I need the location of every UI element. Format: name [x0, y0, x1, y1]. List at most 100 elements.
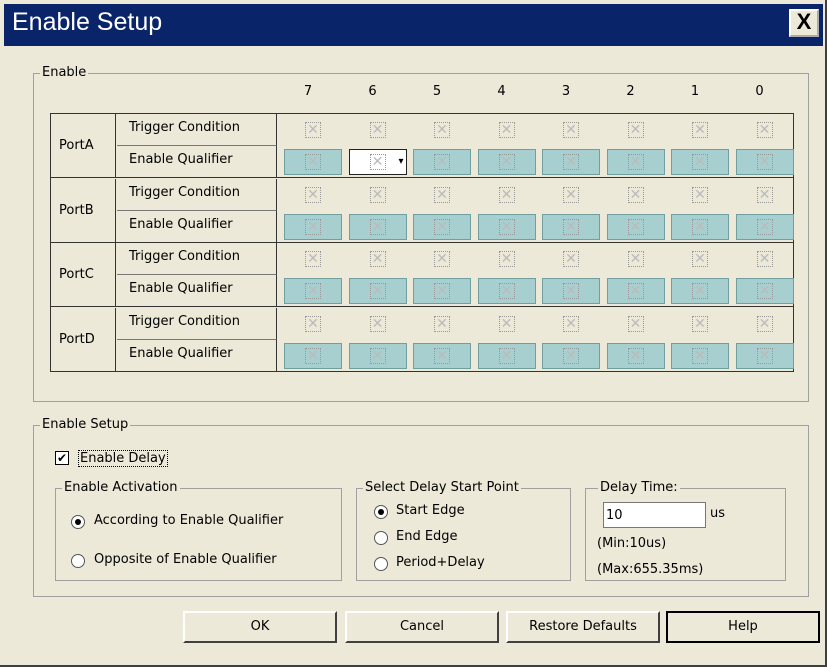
enable-qualifier-cell[interactable]: ✕ [671, 342, 729, 369]
enable-qualifier-cell[interactable]: ✕ [542, 149, 600, 175]
trigger-condition-cell[interactable]: ✕ [349, 117, 407, 143]
x-box-icon: ✕ [305, 283, 321, 299]
trigger-condition-cell[interactable]: ✕ [542, 182, 600, 208]
trigger-condition-cell[interactable]: ✕ [349, 246, 407, 272]
trigger-condition-cell[interactable]: ✕ [349, 182, 407, 208]
trigger-condition-cell[interactable]: ✕ [607, 117, 665, 143]
enable-qualifier-cell[interactable]: ✕ [284, 149, 342, 175]
enable-qualifier-cell[interactable]: ✕ [606, 213, 665, 240]
trigger-condition-cell[interactable]: ✕ [607, 311, 665, 337]
x-box-icon: ✕ [756, 315, 773, 332]
restore-defaults-button[interactable]: Restore Defaults [506, 611, 660, 643]
trigger-condition-cell[interactable]: ✕ [478, 311, 536, 337]
x-box-icon: ✕ [305, 315, 321, 332]
close-button[interactable]: X [789, 9, 819, 37]
trigger-condition-cell[interactable]: ✕ [671, 311, 729, 337]
trigger-condition-cell[interactable]: ✕ [607, 182, 665, 208]
trigger-condition-cell[interactable]: ✕ [736, 246, 794, 272]
help-button[interactable]: Help [666, 611, 820, 643]
enable-qualifier-cell[interactable]: ✕ [671, 213, 729, 240]
x-box-icon: ✕ [627, 218, 644, 235]
enable-qualifier-cell[interactable]: ✕ [606, 342, 665, 369]
trigger-condition-cell[interactable]: ✕ [413, 311, 471, 337]
trigger-condition-cell[interactable]: ✕ [736, 182, 794, 208]
enable-qualifier-cell[interactable]: ✕ [348, 342, 407, 369]
trigger-condition-cell[interactable]: ✕ [284, 117, 342, 143]
enable-qualifier-cell[interactable]: ✕ [477, 149, 536, 175]
enable-qualifier-cell[interactable]: ✕ [413, 213, 471, 240]
enable-qualifier-label: Enable Qualifier [117, 275, 277, 307]
enable-qualifier-cell[interactable]: ✕ [413, 149, 471, 175]
according-to-qualifier-label[interactable]: According to Enable Qualifier [94, 513, 283, 528]
trigger-condition-cell[interactable]: ✕ [478, 246, 536, 272]
enable-qualifier-cell[interactable]: ✕ [413, 342, 471, 369]
according-to-qualifier-radio[interactable] [71, 515, 85, 529]
x-box-icon: ✕ [498, 347, 515, 364]
enable-delay-label[interactable]: Enable Delay [78, 450, 168, 467]
enable-qualifier-cell[interactable]: ✕ [735, 213, 794, 240]
trigger-condition-cell[interactable]: ✕ [284, 246, 342, 272]
cancel-button[interactable]: Cancel [345, 611, 499, 643]
x-box-icon: ✕ [498, 283, 515, 299]
delay-unit-label: us [710, 506, 726, 521]
start-edge-radio[interactable] [374, 505, 388, 519]
trigger-condition-cell[interactable]: ✕ [478, 117, 536, 143]
enable-qualifier-cell[interactable]: ✕ [348, 278, 407, 304]
enable-qualifier-cell[interactable]: ✕ [284, 342, 342, 369]
x-box-icon: ✕ [305, 154, 321, 170]
delay-time-input[interactable] [603, 502, 706, 528]
enable-qualifier-dropdown[interactable]: ✕ ▾ [348, 149, 407, 175]
enable-qualifier-cell[interactable]: ✕ [284, 213, 342, 240]
enable-qualifier-cell[interactable]: ✕ [606, 149, 665, 175]
enable-qualifier-cell[interactable]: ✕ [542, 278, 600, 304]
trigger-condition-cell[interactable]: ✕ [284, 182, 342, 208]
enable-qualifier-cell[interactable]: ✕ [477, 342, 536, 369]
period-delay-label[interactable]: Period+Delay [396, 555, 485, 570]
enable-qualifier-cell[interactable]: ✕ [735, 149, 794, 175]
trigger-condition-cell[interactable]: ✕ [478, 182, 536, 208]
enable-qualifier-cell[interactable]: ✕ [542, 213, 600, 240]
enable-qualifier-cell[interactable]: ✕ [284, 278, 342, 304]
x-box-icon: ✕ [369, 154, 386, 170]
trigger-condition-cell[interactable]: ✕ [671, 182, 729, 208]
opposite-of-qualifier-label[interactable]: Opposite of Enable Qualifier [94, 552, 277, 567]
enable-qualifier-cell[interactable]: ✕ [542, 342, 600, 369]
enable-delay-checkbox[interactable]: ✔ [55, 451, 69, 465]
start-edge-label[interactable]: Start Edge [396, 503, 465, 518]
enable-qualifier-cell[interactable]: ✕ [606, 278, 665, 304]
trigger-condition-label: Trigger Condition [117, 114, 277, 146]
bit-header: 3 [561, 84, 571, 99]
trigger-condition-label: Trigger Condition [117, 243, 277, 275]
trigger-condition-cell[interactable]: ✕ [413, 246, 471, 272]
trigger-condition-cell[interactable]: ✕ [349, 311, 407, 337]
enable-qualifier-cell[interactable]: ✕ [413, 278, 471, 304]
enable-qualifier-cell[interactable]: ✕ [477, 213, 536, 240]
period-delay-radio[interactable] [374, 557, 388, 571]
trigger-condition-cell[interactable]: ✕ [542, 117, 600, 143]
ok-button[interactable]: OK [183, 611, 337, 643]
trigger-condition-cell[interactable]: ✕ [542, 311, 600, 337]
end-edge-radio[interactable] [374, 531, 388, 545]
trigger-condition-cell[interactable]: ✕ [413, 117, 471, 143]
trigger-condition-cell[interactable]: ✕ [736, 117, 794, 143]
end-edge-label[interactable]: End Edge [396, 529, 458, 544]
trigger-condition-cell[interactable]: ✕ [413, 182, 471, 208]
enable-qualifier-cell[interactable]: ✕ [671, 278, 729, 304]
x-box-icon: ✕ [434, 154, 450, 170]
enable-qualifier-cell[interactable]: ✕ [671, 149, 729, 175]
x-box-icon: ✕ [369, 283, 386, 299]
dropdown-arrow-icon[interactable]: ▾ [398, 156, 403, 167]
x-box-icon: ✕ [756, 186, 773, 203]
trigger-condition-cell[interactable]: ✕ [736, 311, 794, 337]
enable-qualifier-cell[interactable]: ✕ [477, 278, 536, 304]
enable-qualifier-cell[interactable]: ✕ [735, 342, 794, 369]
trigger-condition-cell[interactable]: ✕ [671, 246, 729, 272]
enable-qualifier-cell[interactable]: ✕ [348, 213, 407, 240]
trigger-condition-cell[interactable]: ✕ [542, 246, 600, 272]
opposite-of-qualifier-radio[interactable] [71, 554, 85, 568]
trigger-condition-cell[interactable]: ✕ [284, 311, 342, 337]
enable-qualifier-cell[interactable]: ✕ [735, 278, 794, 304]
trigger-condition-cell[interactable]: ✕ [671, 117, 729, 143]
trigger-condition-cell[interactable]: ✕ [607, 246, 665, 272]
enable-activation-groupbox: Enable Activation [55, 480, 342, 581]
